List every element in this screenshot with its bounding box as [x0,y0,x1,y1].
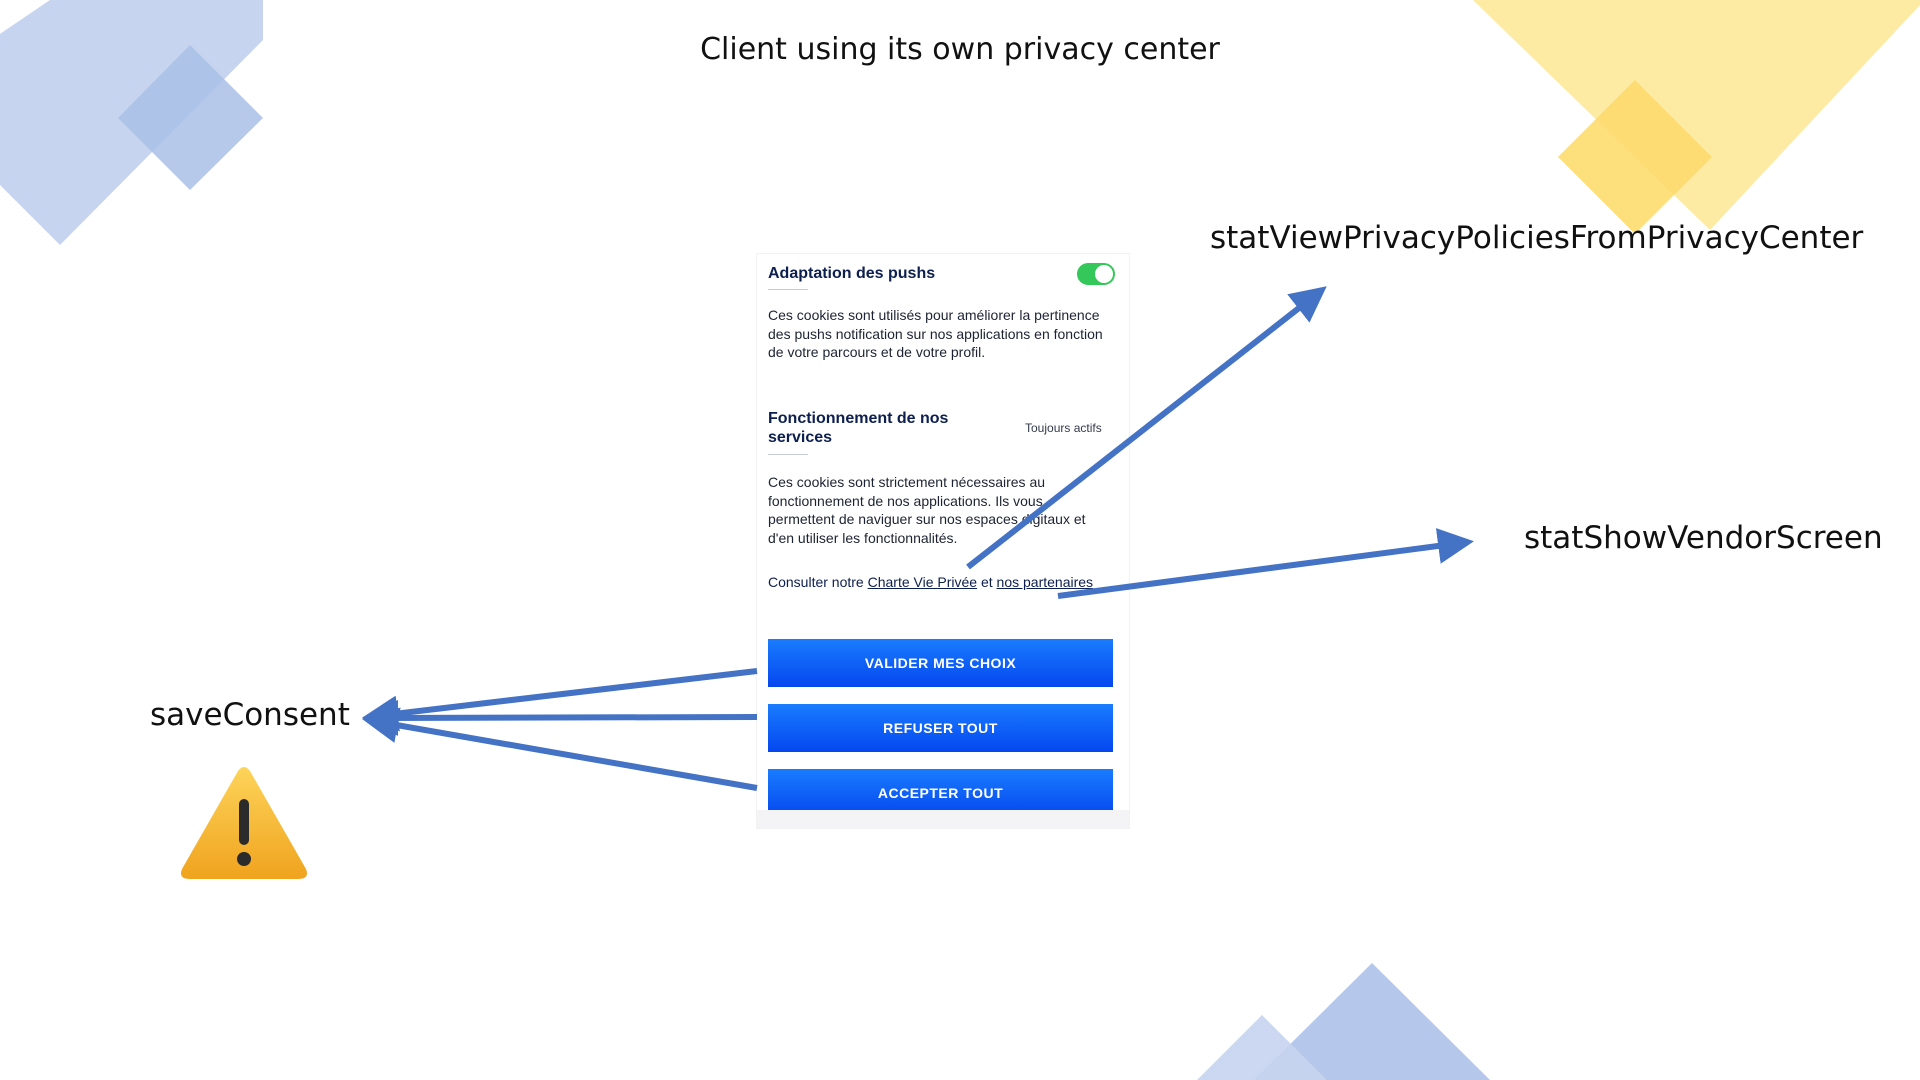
always-active-label: Toujours actifs [1025,421,1102,435]
slide-title: Client using its own privacy center [700,32,1220,67]
privacy-policy-link[interactable]: Charte Vie Privée [868,574,977,590]
screenshot-bottom-strip [757,810,1129,828]
refuse-all-button[interactable]: REFUSER TOUT [768,704,1113,752]
toggle-knob [1095,265,1113,283]
pushs-toggle[interactable] [1077,263,1115,285]
section-divider [768,289,808,290]
section-description-pushs: Ces cookies sont utilisés pour améliorer… [768,307,1103,360]
policy-links: Consulter notre Charte Vie Privée et nos… [768,574,1098,591]
section-description-services: Ces cookies sont strictement nécessaires… [768,474,1086,546]
section-divider [768,454,808,455]
warning-exclamation-dot [237,852,251,866]
warning-icon [181,767,307,879]
section-title-services: Fonctionnement de nos services [768,410,949,446]
partners-link[interactable]: nos partenaires [997,574,1094,590]
privacy-center-screenshot: Adaptation des pushs Ces cookies sont ut… [757,254,1129,828]
callout-save-consent: saveConsent [150,697,350,733]
callout-vendor-screen: statShowVendorScreen [1524,520,1883,556]
links-prefix: Consulter notre [768,574,864,590]
links-and: et [980,574,993,590]
section-title-pushs: Adaptation des pushs [768,265,936,282]
warning-exclamation-bar [239,799,249,845]
validate-choices-button[interactable]: VALIDER MES CHOIX [768,639,1113,687]
callout-privacy-center: statViewPrivacyPoliciesFromPrivacyCenter [1210,220,1864,256]
